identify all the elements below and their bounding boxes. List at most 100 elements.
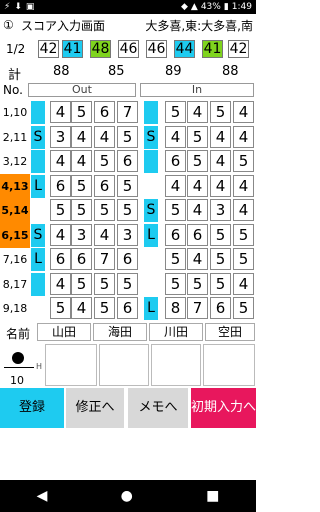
in-score-cell[interactable]: 4 xyxy=(210,150,231,172)
in-score-cell[interactable]: 5 xyxy=(233,297,254,319)
in-marker[interactable] xyxy=(144,150,158,173)
out-score-cell[interactable]: 5 xyxy=(94,272,115,295)
memo-pad-2[interactable] xyxy=(99,344,149,386)
out-score-cell[interactable]: 5 xyxy=(117,199,138,221)
out-score-cell[interactable]: 6 xyxy=(71,248,92,270)
out-score-cell[interactable]: 6 xyxy=(117,248,138,270)
in-score-cell[interactable]: 4 xyxy=(210,174,231,197)
out-score-cell[interactable]: 4 xyxy=(71,125,92,148)
in-score-cell[interactable]: 4 xyxy=(210,125,231,148)
in-score-cell[interactable]: 6 xyxy=(187,223,208,246)
out-score-cell[interactable]: 5 xyxy=(50,199,71,221)
in-score-cell[interactable]: 5 xyxy=(210,223,231,246)
in-score-cell[interactable]: 5 xyxy=(210,272,231,295)
memo-pad-4[interactable] xyxy=(203,344,255,386)
memo-pad-3[interactable] xyxy=(151,344,201,386)
in-marker[interactable]: L xyxy=(144,223,158,247)
hole-number[interactable]: 8,17 xyxy=(0,272,30,297)
recents-icon[interactable]: ■ xyxy=(206,488,219,504)
in-score-cell[interactable]: 5 xyxy=(210,248,231,270)
in-score-cell[interactable]: 5 xyxy=(233,150,254,172)
hole-number[interactable]: 2,11 xyxy=(0,125,30,150)
out-marker[interactable] xyxy=(31,297,45,320)
hole-number[interactable]: 9,18 xyxy=(0,296,30,321)
home-icon[interactable]: ● xyxy=(121,488,133,504)
out-score-cell[interactable]: 5 xyxy=(71,272,92,295)
out-score-cell[interactable]: 5 xyxy=(117,272,138,295)
out-marker[interactable] xyxy=(31,199,45,222)
in-score-cell[interactable]: 5 xyxy=(233,248,254,270)
out-score-cell[interactable]: 5 xyxy=(71,174,92,197)
in-score-cell[interactable]: 8 xyxy=(165,297,186,319)
in-score-cell[interactable]: 5 xyxy=(165,248,186,270)
in-score-cell[interactable]: 7 xyxy=(187,297,208,319)
memo-button[interactable]: メモへ xyxy=(128,388,188,428)
in-score-cell[interactable]: 5 xyxy=(187,125,208,148)
in-score-cell[interactable]: 4 xyxy=(187,199,208,221)
in-score-cell[interactable]: 4 xyxy=(187,248,208,270)
out-score-cell[interactable]: 4 xyxy=(94,125,115,148)
in-marker[interactable] xyxy=(144,174,158,198)
in-marker[interactable] xyxy=(144,101,158,124)
out-score-cell[interactable]: 5 xyxy=(94,150,115,172)
in-marker[interactable] xyxy=(144,248,158,271)
out-score-cell[interactable]: 5 xyxy=(94,297,115,319)
hole-number[interactable]: 5,14 xyxy=(0,198,30,223)
in-score-cell[interactable]: 5 xyxy=(233,223,254,246)
player-name-3[interactable]: 川田 xyxy=(149,323,203,341)
in-score-cell[interactable]: 4 xyxy=(233,199,254,221)
out-score-cell[interactable]: 5 xyxy=(94,199,115,221)
in-score-cell[interactable]: 4 xyxy=(233,174,254,197)
out-score-cell[interactable]: 4 xyxy=(50,101,71,123)
initial-input-button[interactable]: 初期入力へ xyxy=(191,388,256,428)
out-score-cell[interactable]: 6 xyxy=(117,150,138,172)
out-score-cell[interactable]: 4 xyxy=(94,223,115,246)
in-score-cell[interactable]: 4 xyxy=(165,125,186,148)
back-icon[interactable]: ◀ xyxy=(37,488,48,504)
in-marker[interactable]: L xyxy=(144,297,158,320)
player-name-1[interactable]: 山田 xyxy=(37,323,91,341)
in-marker[interactable]: S xyxy=(144,125,158,149)
out-score-cell[interactable]: 3 xyxy=(50,125,71,148)
out-score-cell[interactable]: 6 xyxy=(94,101,115,123)
in-score-cell[interactable]: 5 xyxy=(187,150,208,172)
out-score-cell[interactable]: 7 xyxy=(117,101,138,123)
hole-number[interactable]: 3,12 xyxy=(0,149,30,174)
player-name-2[interactable]: 海田 xyxy=(93,323,147,341)
in-score-cell[interactable]: 5 xyxy=(187,272,208,295)
out-score-cell[interactable]: 6 xyxy=(94,174,115,197)
out-score-cell[interactable]: 3 xyxy=(71,223,92,246)
out-marker[interactable]: L xyxy=(31,248,45,271)
in-score-cell[interactable]: 5 xyxy=(165,199,186,221)
out-marker[interactable] xyxy=(31,101,45,124)
in-marker[interactable] xyxy=(144,272,158,296)
out-score-cell[interactable]: 5 xyxy=(117,174,138,197)
in-score-cell[interactable]: 4 xyxy=(233,272,254,295)
hole-number[interactable]: 6,15 xyxy=(0,222,30,248)
out-score-cell[interactable]: 4 xyxy=(71,297,92,319)
in-score-cell[interactable]: 4 xyxy=(165,174,186,197)
in-score-cell[interactable]: 6 xyxy=(210,297,231,319)
memo-pad-1[interactable] xyxy=(45,344,97,386)
in-score-cell[interactable]: 4 xyxy=(233,101,254,123)
player-name-4[interactable]: 空田 xyxy=(205,323,255,341)
out-score-cell[interactable]: 3 xyxy=(117,223,138,246)
out-score-cell[interactable]: 4 xyxy=(71,150,92,172)
in-score-cell[interactable]: 6 xyxy=(165,150,186,172)
out-score-cell[interactable]: 5 xyxy=(71,101,92,123)
hole-number[interactable]: 4,13 xyxy=(0,173,30,199)
in-score-cell[interactable]: 5 xyxy=(165,101,186,123)
in-marker[interactable]: S xyxy=(144,199,158,222)
out-score-cell[interactable]: 6 xyxy=(50,174,71,197)
hole-number[interactable]: 1,10 xyxy=(0,100,30,125)
in-score-cell[interactable]: 4 xyxy=(187,174,208,197)
out-score-cell[interactable]: 7 xyxy=(94,248,115,270)
out-marker[interactable] xyxy=(31,150,45,173)
out-score-cell[interactable]: 6 xyxy=(50,248,71,270)
in-score-cell[interactable]: 4 xyxy=(187,101,208,123)
edit-button[interactable]: 修正へ xyxy=(66,388,124,428)
out-score-cell[interactable]: 4 xyxy=(50,272,71,295)
out-score-cell[interactable]: 5 xyxy=(71,199,92,221)
out-marker[interactable] xyxy=(31,272,45,296)
in-score-cell[interactable]: 5 xyxy=(210,101,231,123)
